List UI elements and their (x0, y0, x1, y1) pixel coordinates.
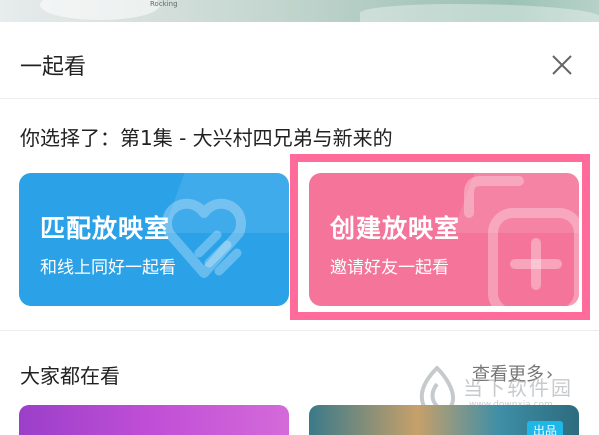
chevron-right-icon: › (546, 364, 554, 385)
video-banner-strip: Rocking (0, 0, 599, 22)
create-room-subtitle: 邀请好友一起看 (330, 258, 449, 278)
view-more-label: 查看更多 (472, 364, 544, 385)
video-thumbnail[interactable]: 出品 (309, 405, 579, 435)
match-room-card[interactable]: 匹配放映室 和线上同好一起看 (19, 173, 289, 306)
video-thumbnail[interactable] (19, 405, 289, 435)
create-room-card[interactable]: 创建放映室 邀请好友一起看 (309, 173, 579, 306)
selected-episode-text: 你选择了：第1集 - 大兴村四兄弟与新来的 (20, 126, 393, 150)
close-icon (552, 55, 572, 75)
page-title: 一起看 (20, 55, 87, 80)
banner-decoration (40, 0, 160, 20)
match-room-title: 匹配放映室 (40, 214, 171, 243)
heart-hand-icon (162, 198, 246, 278)
banner-caption: Rocking (150, 0, 178, 8)
section-divider (0, 330, 599, 331)
origin-badge: 出品 (526, 421, 563, 435)
match-room-subtitle: 和线上同好一起看 (40, 258, 176, 278)
watch-together-header: 一起看 (0, 22, 599, 99)
view-more-link[interactable]: 查看更多 › (472, 360, 553, 386)
plus-room-icon (464, 176, 579, 306)
section-title: 大家都在看 (20, 364, 120, 388)
banner-decoration (360, 4, 599, 22)
create-room-title: 创建放映室 (330, 214, 461, 243)
close-button[interactable] (548, 51, 576, 79)
